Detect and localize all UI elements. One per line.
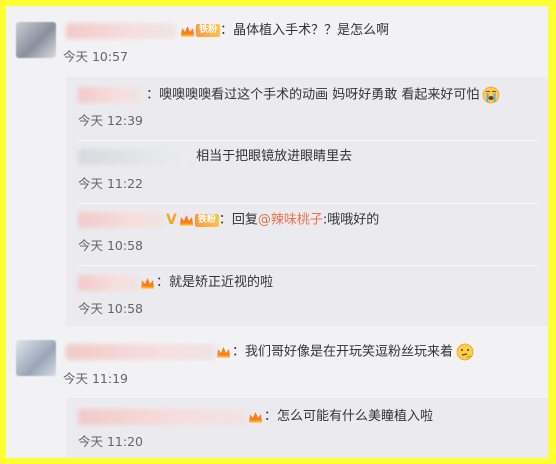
username[interactable] — [78, 148, 188, 165]
fan-badge: 铁粉 — [194, 213, 219, 227]
username[interactable] — [66, 344, 216, 360]
mention-link[interactable]: @辣味桃子 — [258, 213, 323, 228]
timestamp: 今天 11:22 — [78, 176, 143, 191]
crown-icon — [141, 277, 154, 288]
reply-line: ：噢噢噢噢看过这个手术的动画 妈呀好勇敢 看起来好可怕 — [78, 86, 500, 105]
reply-line: 相当于把眼镜放进眼睛里去 — [78, 148, 352, 166]
comment-text: 我们哥好像是在开玩笑逗粉丝玩来着 — [245, 344, 454, 360]
reply-text: 怎么可能有什么美瞳植入啦 — [277, 409, 434, 424]
verified-badge: V — [166, 212, 177, 228]
username[interactable] — [78, 408, 248, 425]
fan-badge: 铁粉 — [196, 24, 221, 37]
reply-line: V 铁粉 ：回复@辣味桃子:哦哦好的 — [78, 211, 379, 230]
username[interactable] — [66, 22, 176, 39]
timestamp: 今天 10:58 — [78, 238, 143, 253]
crown-icon — [179, 215, 193, 226]
timestamp: 今天 11:19 — [63, 371, 128, 386]
crying-face-icon — [483, 86, 500, 104]
timestamp: 今天 10:58 — [78, 301, 143, 316]
crown-icon — [249, 411, 262, 422]
reply-line: ：怎么可能有什么美瞳植入啦 — [78, 408, 433, 426]
thinking-face-icon — [456, 343, 474, 361]
timestamp: 今天 11:20 — [78, 434, 143, 449]
username[interactable] — [78, 87, 142, 103]
reply-text: :哦哦好的 — [322, 212, 380, 228]
comment-text: 晶体植入手术？？是怎么啊 — [233, 23, 390, 38]
username[interactable] — [78, 274, 140, 291]
comment-line: 铁粉 ：晶体植入手术？？是怎么啊 — [66, 22, 389, 40]
timestamp: 今天 10:57 — [63, 49, 128, 64]
reply-prefix: 回复 — [231, 212, 258, 228]
reply-line: ：就是矫正近视的啦 — [78, 274, 273, 292]
username[interactable] — [78, 212, 164, 228]
timestamp: 今天 12:39 — [78, 113, 143, 128]
avatar[interactable] — [16, 340, 56, 376]
comment-panel: 铁粉 ：晶体植入手术？？是怎么啊 今天 10:57 ：噢噢噢噢看过这个手术的动画 … — [6, 6, 548, 458]
reply-text: 相当于把眼镜放进眼睛里去 — [196, 149, 353, 164]
crown-icon — [217, 347, 230, 358]
comment-line: ：我们哥好像是在开玩笑逗粉丝玩来着 — [66, 343, 474, 362]
reply-text: 就是矫正近视的啦 — [169, 275, 274, 290]
avatar[interactable] — [16, 22, 56, 58]
reply-text: 噢噢噢噢看过这个手术的动画 妈呀好勇敢 看起来好可怕 — [159, 87, 480, 103]
crown-icon — [181, 25, 195, 36]
